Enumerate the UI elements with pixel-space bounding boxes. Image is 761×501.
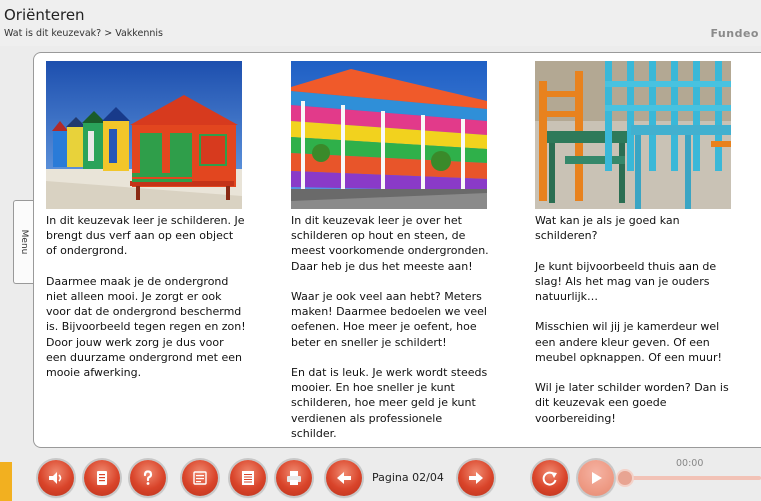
accent-bar	[0, 462, 12, 501]
header: Oriënteren Wat is dit keuzevak? > Vakken…	[0, 0, 761, 46]
paragraph: Je kunt bijvoorbeeld thuis aan de slag! …	[535, 259, 717, 303]
notes-button[interactable]	[230, 460, 266, 496]
page-indicator: Pagina 02/04	[372, 471, 444, 484]
menu-tab[interactable]: Menu	[13, 200, 33, 284]
column-chairs: Wat kan je als je goed kan schilderen? J…	[535, 61, 735, 441]
help-button[interactable]	[130, 460, 166, 496]
time-display: 00:00	[676, 458, 704, 469]
replay-button[interactable]	[532, 460, 568, 496]
arrow-right-icon	[469, 472, 483, 484]
paragraph: En dat is leuk. Je werk wordt steeds moo…	[291, 366, 488, 440]
text-button[interactable]	[182, 460, 218, 496]
column-beach-huts: In dit keuzevak leer je schilderen. Je b…	[46, 61, 246, 395]
breadcrumb[interactable]: Wat is dit keuzevak? > Vakkennis	[4, 28, 163, 39]
column-building: In dit keuzevak leer je over het schilde…	[291, 61, 491, 456]
notes-icon	[242, 471, 254, 485]
menu-tab-label: Menu	[18, 229, 29, 255]
text-lines-icon	[193, 471, 207, 485]
document-button[interactable]	[84, 460, 120, 496]
printer-icon	[287, 471, 301, 485]
column-text: In dit keuzevak leer je over het schilde…	[291, 213, 491, 441]
paragraph: Wat kan je als je goed kan schilderen?	[535, 214, 680, 243]
print-button[interactable]	[276, 460, 312, 496]
content-panel: In dit keuzevak leer je schilderen. Je b…	[33, 52, 761, 448]
audio-button[interactable]	[38, 460, 74, 496]
painted-chairs-photo	[535, 61, 731, 209]
document-icon	[97, 471, 107, 485]
brand-logo: Fundeo	[710, 27, 759, 40]
colorful-building-photo	[291, 61, 487, 209]
play-icon	[592, 472, 602, 484]
paragraph: Wil je later schilder worden? Dan is dit…	[535, 381, 729, 425]
arrow-left-icon	[337, 472, 351, 484]
column-text: In dit keuzevak leer je schilderen. Je b…	[46, 213, 246, 380]
speaker-icon	[49, 472, 62, 484]
audio-progress-handle[interactable]	[618, 471, 632, 485]
paragraph: Daarmee maak je de ondergrond niet allee…	[46, 274, 246, 380]
replay-icon	[542, 471, 557, 486]
column-text: Wat kan je als je goed kan schilderen? J…	[535, 213, 735, 426]
page-title: Oriënteren	[4, 6, 85, 24]
next-page-button[interactable]	[458, 460, 494, 496]
beach-huts-photo	[46, 61, 242, 209]
paragraph: Waar je ook veel aan hebt? Meters maken!…	[291, 290, 487, 349]
question-icon	[143, 470, 153, 485]
previous-page-button[interactable]	[326, 460, 362, 496]
paragraph: In dit keuzevak leer je over het schilde…	[291, 214, 489, 273]
play-button[interactable]	[578, 460, 614, 496]
paragraph: In dit keuzevak leer je schilderen. Je b…	[46, 214, 245, 258]
paragraph: Misschien wil jij je kamerdeur wel een a…	[535, 320, 722, 364]
audio-progress-track[interactable]	[624, 476, 761, 480]
